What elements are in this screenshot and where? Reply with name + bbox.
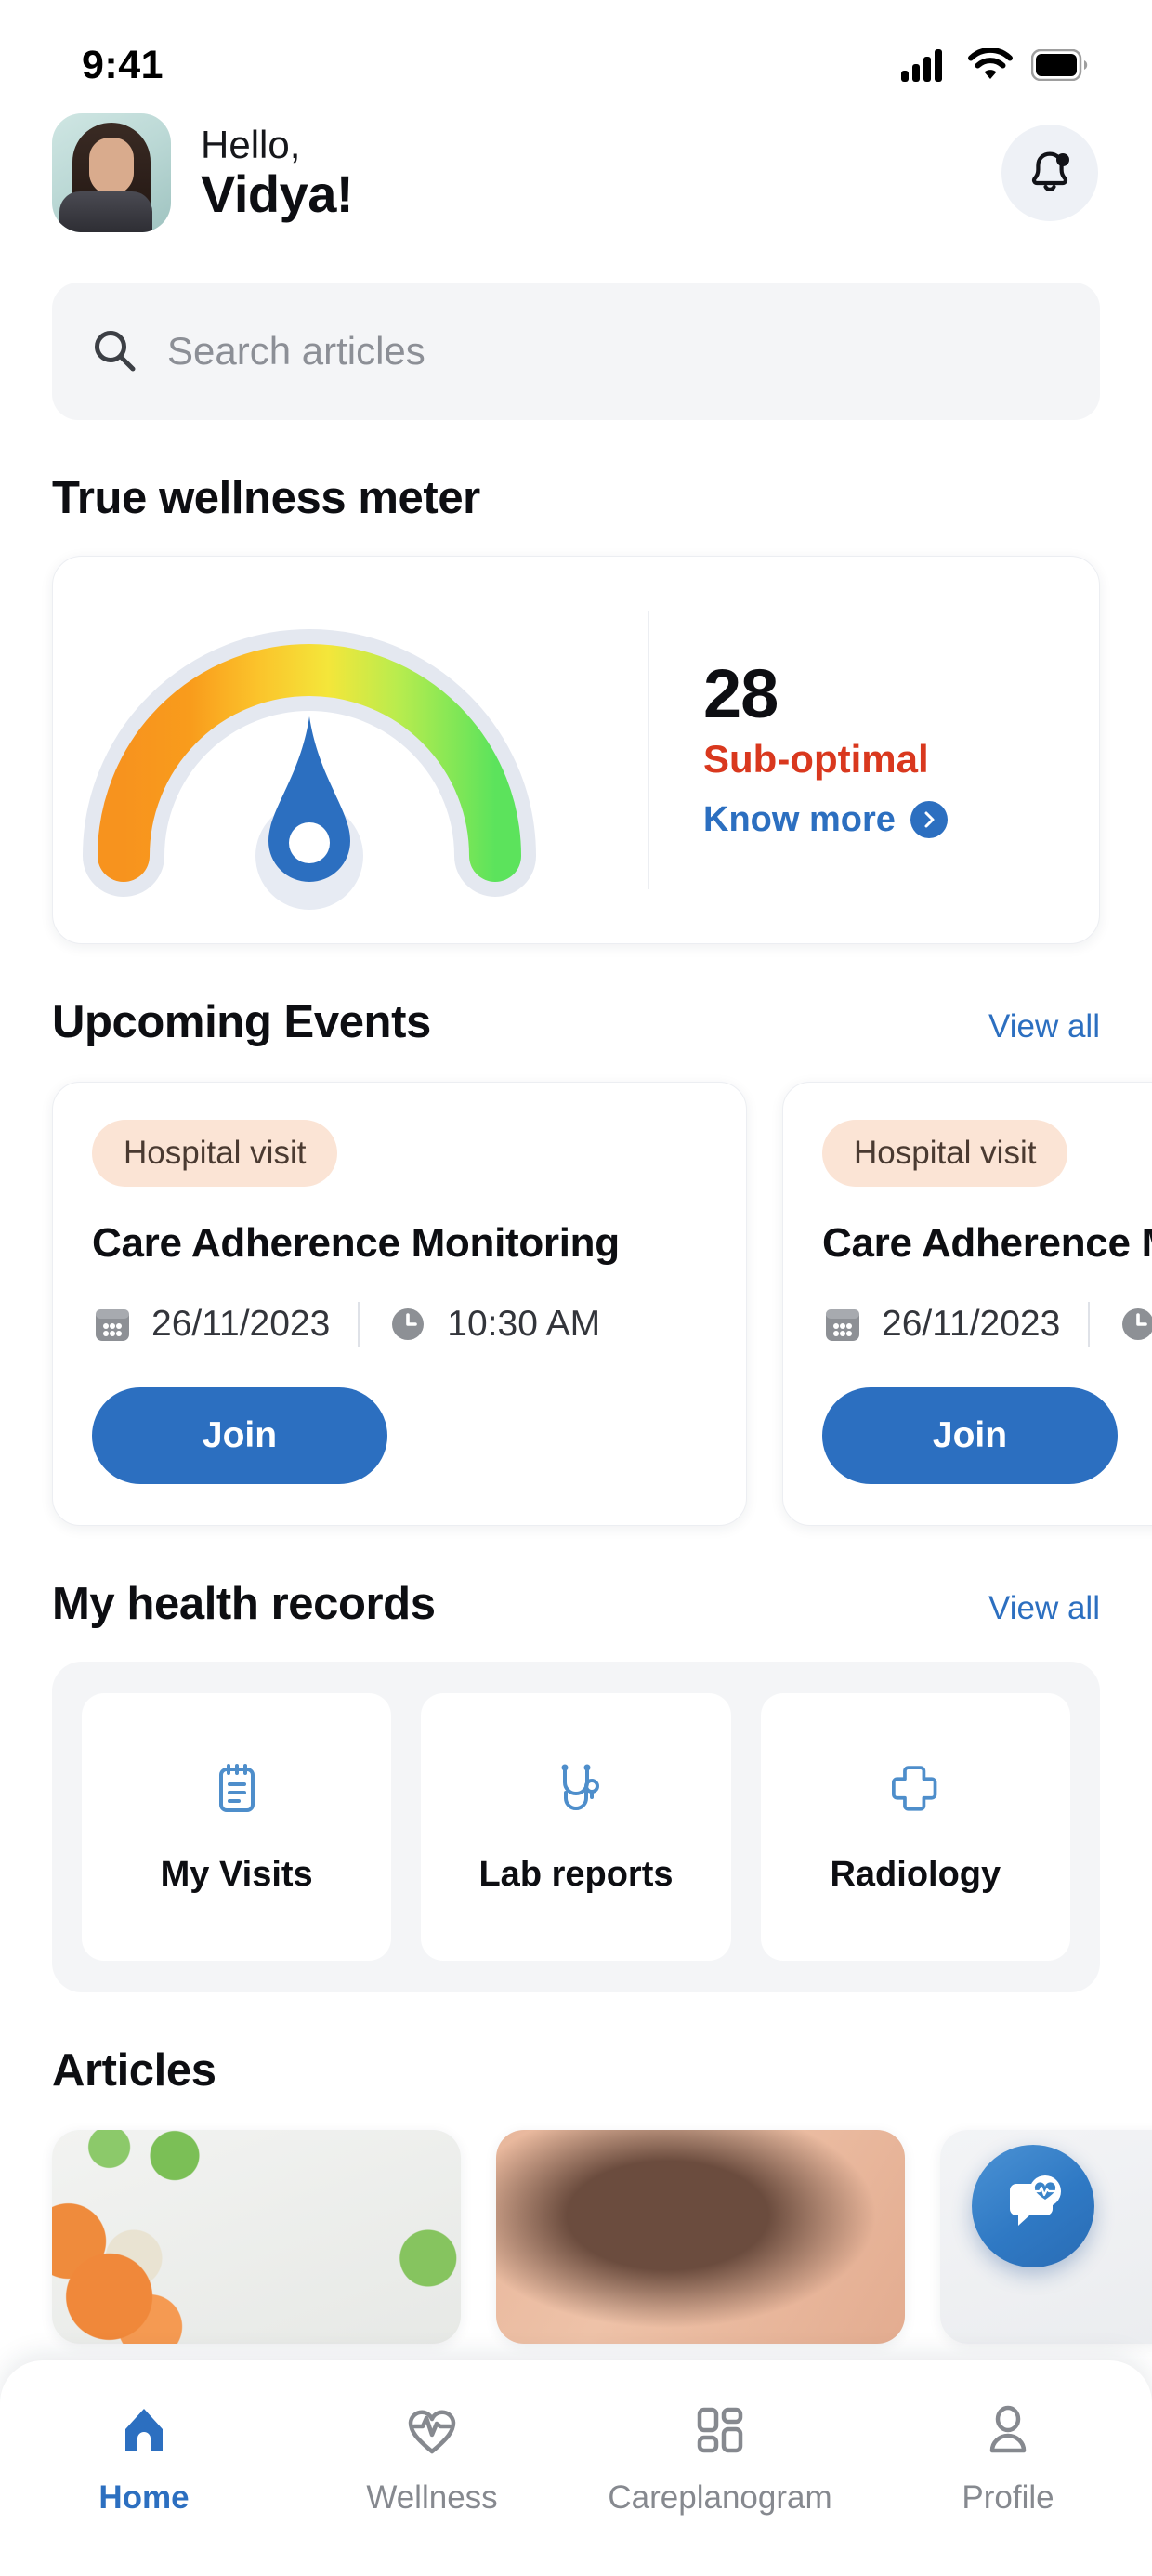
articles-section-header: Articles [52,1992,1100,2096]
search-bar[interactable]: Search articles [52,283,1100,420]
nav-item-careplanogram[interactable]: Careplanogram [576,2401,864,2517]
event-date: 26/11/2023 [822,1304,1060,1345]
grid-layout-icon [697,2407,743,2453]
event-date: 26/11/2023 [92,1304,330,1345]
event-time-text: 10:30 AM [447,1304,601,1344]
event-card[interactable]: Hospital visit Care Adherence Monitoring… [782,1082,1152,1526]
event-time: 10:30 AM [387,1304,600,1345]
notification-button[interactable] [1001,125,1098,221]
greeting-hello: Hello, [201,123,301,167]
wifi-icon [968,48,1013,79]
stethoscope-icon [561,1764,599,1810]
event-date-text: 26/11/2023 [882,1304,1061,1344]
avatar-body [59,191,152,232]
home-icon [125,2409,163,2451]
page-title: True wellness meter [52,473,480,523]
join-button[interactable]: Join [92,1387,387,1484]
chat-health-bubble-icon [1010,2175,1061,2226]
battery-icon [1031,49,1088,81]
nav-item-profile[interactable]: Profile [864,2401,1152,2517]
calendar-icon [96,1309,129,1341]
chat-fab-button[interactable] [972,2145,1094,2267]
search-icon [95,331,136,372]
event-title: Care Adherence Monitoring [92,1220,620,1266]
avatar[interactable] [52,113,171,232]
event-meta-row: 26/11/2023 10:30 AM [92,1302,707,1347]
wellness-score-panel: 28 Sub-optimal Know more [648,611,1099,889]
search-input[interactable]: Search articles [167,329,425,374]
record-tile-my-visits[interactable]: My Visits [82,1693,392,1961]
wellness-meter-card[interactable]: 28 Sub-optimal Know more [52,556,1100,944]
status-bar-icons [901,48,1089,82]
article-card[interactable] [52,2130,461,2344]
notification-bell-icon [1031,151,1069,191]
nav-label-home: Home [98,2479,190,2516]
status-bar-time: 9:41 [82,42,164,87]
nav-label-wellness: Wellness [366,2479,498,2516]
record-tile-label: Lab reports [478,1854,674,1894]
nav-label-careplanogram: Careplanogram [608,2479,832,2516]
bottom-navigation: Home Wellness Careplanogram Profile [0,2360,1152,2576]
record-tile-lab-reports[interactable]: Lab reports [421,1693,731,1961]
record-tile-radiology[interactable]: Radiology [760,1693,1070,1961]
events-carousel[interactable]: Hospital visit Care Adherence Monitoring… [52,1082,1152,1526]
event-title: Care Adherence Monitoring [822,1220,1152,1266]
greeting-name: Vidya! [201,164,354,223]
event-meta-row: 26/11/2023 10:30 AM [822,1302,1152,1347]
notification-dot [1056,153,1069,166]
gauge-needle-icon [268,716,350,882]
event-type-chip: Hospital visit [822,1120,1068,1187]
join-button[interactable]: Join [822,1387,1118,1484]
event-type-chip: Hospital visit [92,1120,338,1187]
event-date-text: 26/11/2023 [151,1304,331,1344]
events-section-header: Upcoming Events View all [52,944,1100,1048]
clock-icon [1122,1308,1152,1340]
heart-pulse-icon [408,2410,456,2454]
meta-divider [1088,1302,1091,1347]
records-section-header: My health records View all [52,1526,1100,1630]
medical-cross-icon [892,1765,937,1811]
clipboard-notes-icon [218,1763,255,1812]
avatar-face [89,138,134,195]
person-icon [989,2405,1027,2453]
events-title: Upcoming Events [52,997,431,1047]
wellness-section-header: True wellness meter [52,420,1100,524]
status-badge: Sub-optimal [703,737,929,782]
records-view-all-link[interactable]: View all [988,1590,1100,1627]
wellness-gauge-svg [83,629,536,910]
event-time: 10:30 AM [1118,1304,1152,1345]
meta-divider [358,1302,360,1347]
article-card[interactable] [496,2130,905,2344]
events-view-all-link[interactable]: View all [988,1008,1100,1045]
clock-icon [392,1308,425,1340]
gauge-chart [53,557,648,943]
cellular-signal-icon [901,49,942,82]
wellness-score-value: 28 [703,655,779,733]
app-header: Hello, Vidya! [0,102,1152,232]
greeting-block: Hello, Vidya! [201,125,972,221]
nav-label-profile: Profile [962,2479,1054,2516]
chevron-right-icon [910,801,948,839]
health-records-panel: My Visits Lab reports Radiology [52,1662,1100,1992]
nav-item-wellness[interactable]: Wellness [288,2401,576,2517]
record-tile-label: My Visits [160,1854,313,1894]
nav-item-home[interactable]: Home [0,2401,288,2517]
event-card[interactable]: Hospital visit Care Adherence Monitoring… [52,1082,747,1526]
know-more-link[interactable]: Know more [703,800,1099,840]
calendar-icon [826,1309,859,1341]
articles-title: Articles [52,2045,216,2096]
record-tile-label: Radiology [830,1854,1001,1894]
status-bar: 9:41 [0,0,1152,102]
records-title: My health records [52,1579,436,1629]
know-more-label: Know more [703,799,896,839]
